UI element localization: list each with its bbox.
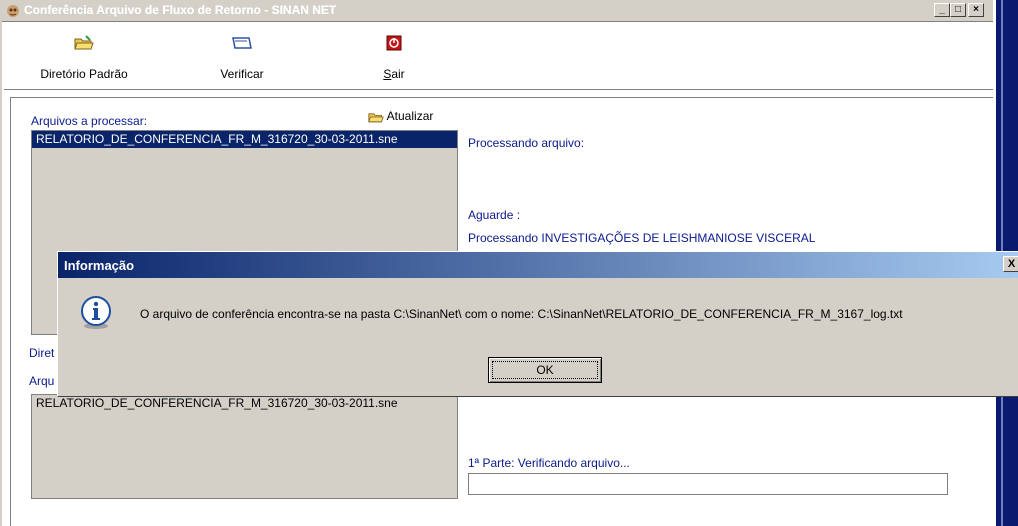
sair-label: Sair xyxy=(374,67,414,81)
folder-open-icon xyxy=(368,113,384,123)
processando-item-label: Processando INVESTIGAÇÕES DE LEISHMANIOS… xyxy=(468,231,816,245)
app-icon xyxy=(7,5,19,17)
focus-rect xyxy=(492,361,598,379)
ok-button[interactable]: OK xyxy=(488,357,602,383)
title-bar[interactable]: Conferência Arquivo de Fluxo de Retorno … xyxy=(2,0,995,22)
aguarde-label: Aguarde : xyxy=(468,208,521,222)
toolbar: Diretório Padrão Verificar Sair xyxy=(4,23,994,90)
list-item[interactable]: RELATORIO_DE_CONFERENCIA_FR_M_316720_30-… xyxy=(32,131,457,148)
verificar-button[interactable]: Verificar xyxy=(212,31,272,87)
power-icon xyxy=(386,35,402,51)
sair-button[interactable]: Sair xyxy=(374,31,414,87)
minimize-button[interactable]: _ xyxy=(934,3,950,17)
dialog-title-bar[interactable]: Informação X xyxy=(58,252,1018,278)
dialog-title: Informação xyxy=(64,258,135,273)
maximize-button[interactable]: □ xyxy=(950,3,966,17)
folder-open-icon xyxy=(74,35,94,50)
dialog-close-button[interactable]: X xyxy=(1003,256,1018,272)
dialog-message: O arquivo de conferência encontra-se na … xyxy=(140,307,903,321)
sair-label-rest: air xyxy=(391,67,405,81)
verificar-label: Verificar xyxy=(220,67,264,81)
processando-label: Processando arquivo: xyxy=(468,136,585,150)
list-item[interactable]: RELATORIO_DE_CONFERENCIA_FR_M_316720_30-… xyxy=(32,395,457,412)
arquivos-label: Arquivos a processar: xyxy=(31,114,148,128)
diretorio-padrao-button[interactable]: Diretório Padrão xyxy=(34,31,134,87)
window-title: Conferência Arquivo de Fluxo de Retorno … xyxy=(24,3,337,17)
info-dialog: Informação X O arquivo de conferência en… xyxy=(57,251,1018,397)
processed-files-listbox[interactable]: RELATORIO_DE_CONFERENCIA_FR_M_316720_30-… xyxy=(31,394,458,499)
progress-field xyxy=(468,473,948,495)
parte-label: 1ª Parte: Verificando arquivo... xyxy=(468,456,630,470)
folder-icon xyxy=(232,37,252,49)
diretorio-label: Diret xyxy=(29,346,55,360)
atualizar-button[interactable]: Atualizar xyxy=(368,109,433,124)
arquivos-processados-label: Arqu xyxy=(29,374,55,388)
close-button[interactable]: × xyxy=(968,3,984,17)
info-icon xyxy=(81,296,111,329)
atualizar-label: Atualizar xyxy=(386,109,434,123)
diretorio-padrao-label: Diretório Padrão xyxy=(40,67,128,81)
